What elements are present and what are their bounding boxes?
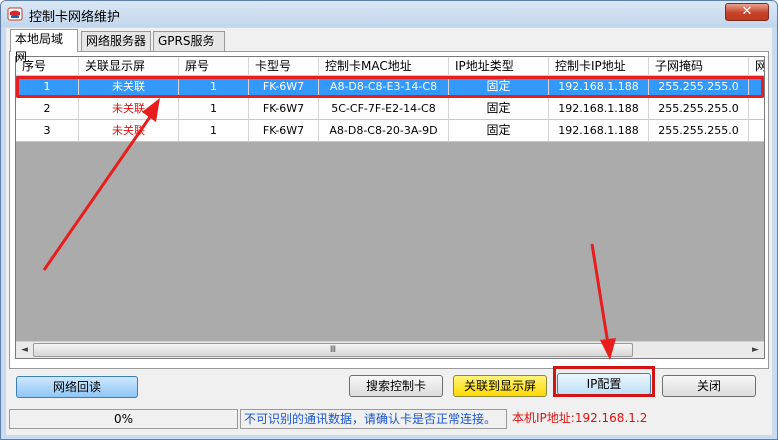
selected-row-highlight	[16, 76, 764, 98]
cell-index: 3	[16, 120, 79, 141]
cell-screen-no: 1	[179, 120, 249, 141]
table-header: 序号 关联显示屏 屏号 卡型号 控制卡MAC地址 IP地址类型 控制卡IP地址 …	[16, 57, 764, 76]
ip-config-highlight	[553, 366, 655, 397]
column-header-gateway[interactable]: 网	[749, 57, 764, 76]
column-header-mac[interactable]: 控制卡MAC地址	[319, 57, 449, 76]
search-card-button[interactable]: 搜索控制卡	[349, 375, 443, 397]
cell-subnet: 255.255.255.0	[649, 120, 749, 141]
window-title: 控制卡网络维护	[29, 10, 121, 25]
link-to-screen-button[interactable]: 关联到显示屏	[453, 375, 547, 397]
table-row[interactable]: 2 未关联 1 FK-6W7 5C-CF-7F-E2-14-C8 固定 192.…	[16, 98, 764, 120]
column-header-screen-no[interactable]: 屏号	[179, 57, 249, 76]
client-area: 本地局域网 网络服务器 GPRS服务器 序号 关联显示屏 屏号 卡型号 控制卡M…	[6, 28, 772, 435]
tab-local-lan[interactable]: 本地局域网	[10, 29, 78, 64]
cell-screen-no: 1	[179, 98, 249, 119]
horizontal-scrollbar[interactable]: ◄ Ⅲ ►	[16, 341, 764, 358]
column-header-card-model[interactable]: 卡型号	[249, 57, 319, 76]
column-header-linked-screen[interactable]: 关联显示屏	[79, 57, 179, 76]
app-icon	[7, 7, 23, 21]
table-row[interactable]: 3 未关联 1 FK-6W7 A8-D8-C8-20-3A-9D 固定 192.…	[16, 120, 764, 142]
cell-linked-screen: 未关联	[79, 98, 179, 119]
cell-mac: 5C-CF-7F-E2-14-C8	[319, 98, 449, 119]
scroll-left-icon[interactable]: ◄	[16, 342, 33, 358]
cell-ip-type: 固定	[449, 120, 549, 141]
column-header-ip-type[interactable]: IP地址类型	[449, 57, 549, 76]
tab-gprs-server[interactable]: GPRS服务器	[153, 31, 225, 66]
cell-mac: A8-D8-C8-20-3A-9D	[319, 120, 449, 141]
cell-linked-screen: 未关联	[79, 120, 179, 141]
tab-network-server[interactable]: 网络服务器	[81, 31, 151, 51]
cell-card-model: FK-6W7	[249, 98, 319, 119]
scroll-right-icon[interactable]: ►	[747, 342, 764, 358]
local-ip-readout: 本机IP地址:192.168.1.2	[509, 409, 769, 429]
title-bar: 控制卡网络维护 ✕	[1, 1, 777, 27]
column-header-subnet[interactable]: 子网掩码	[649, 57, 749, 76]
progress-readout: 0%	[9, 409, 238, 429]
cell-index: 2	[16, 98, 79, 119]
window-close-button[interactable]: ✕	[725, 3, 769, 21]
status-message: 不可识别的通讯数据，请确认卡是否正常连接。	[240, 409, 507, 429]
network-readback-button[interactable]: 网络回读	[16, 376, 138, 398]
status-bar: 0% 不可识别的通讯数据，请确认卡是否正常连接。 本机IP地址:192.168.…	[9, 409, 769, 429]
cell-card-model: FK-6W7	[249, 120, 319, 141]
cell-ip-type: 固定	[449, 98, 549, 119]
cell-subnet: 255.255.255.0	[649, 98, 749, 119]
card-table: 序号 关联显示屏 屏号 卡型号 控制卡MAC地址 IP地址类型 控制卡IP地址 …	[15, 56, 765, 359]
scroll-thumb[interactable]: Ⅲ	[33, 343, 633, 357]
close-button[interactable]: 关闭	[662, 375, 756, 397]
cell-ip: 192.168.1.188	[549, 98, 649, 119]
network-maintenance-window: 控制卡网络维护 ✕ 本地局域网 网络服务器 GPRS服务器 序号 关联显示屏 屏…	[0, 0, 778, 440]
column-header-ip[interactable]: 控制卡IP地址	[549, 57, 649, 76]
cell-ip: 192.168.1.188	[549, 120, 649, 141]
table-row[interactable]: 1 未关联 1 FK-6W7 A8-D8-C8-E3-14-C8 固定 192.…	[16, 76, 764, 98]
